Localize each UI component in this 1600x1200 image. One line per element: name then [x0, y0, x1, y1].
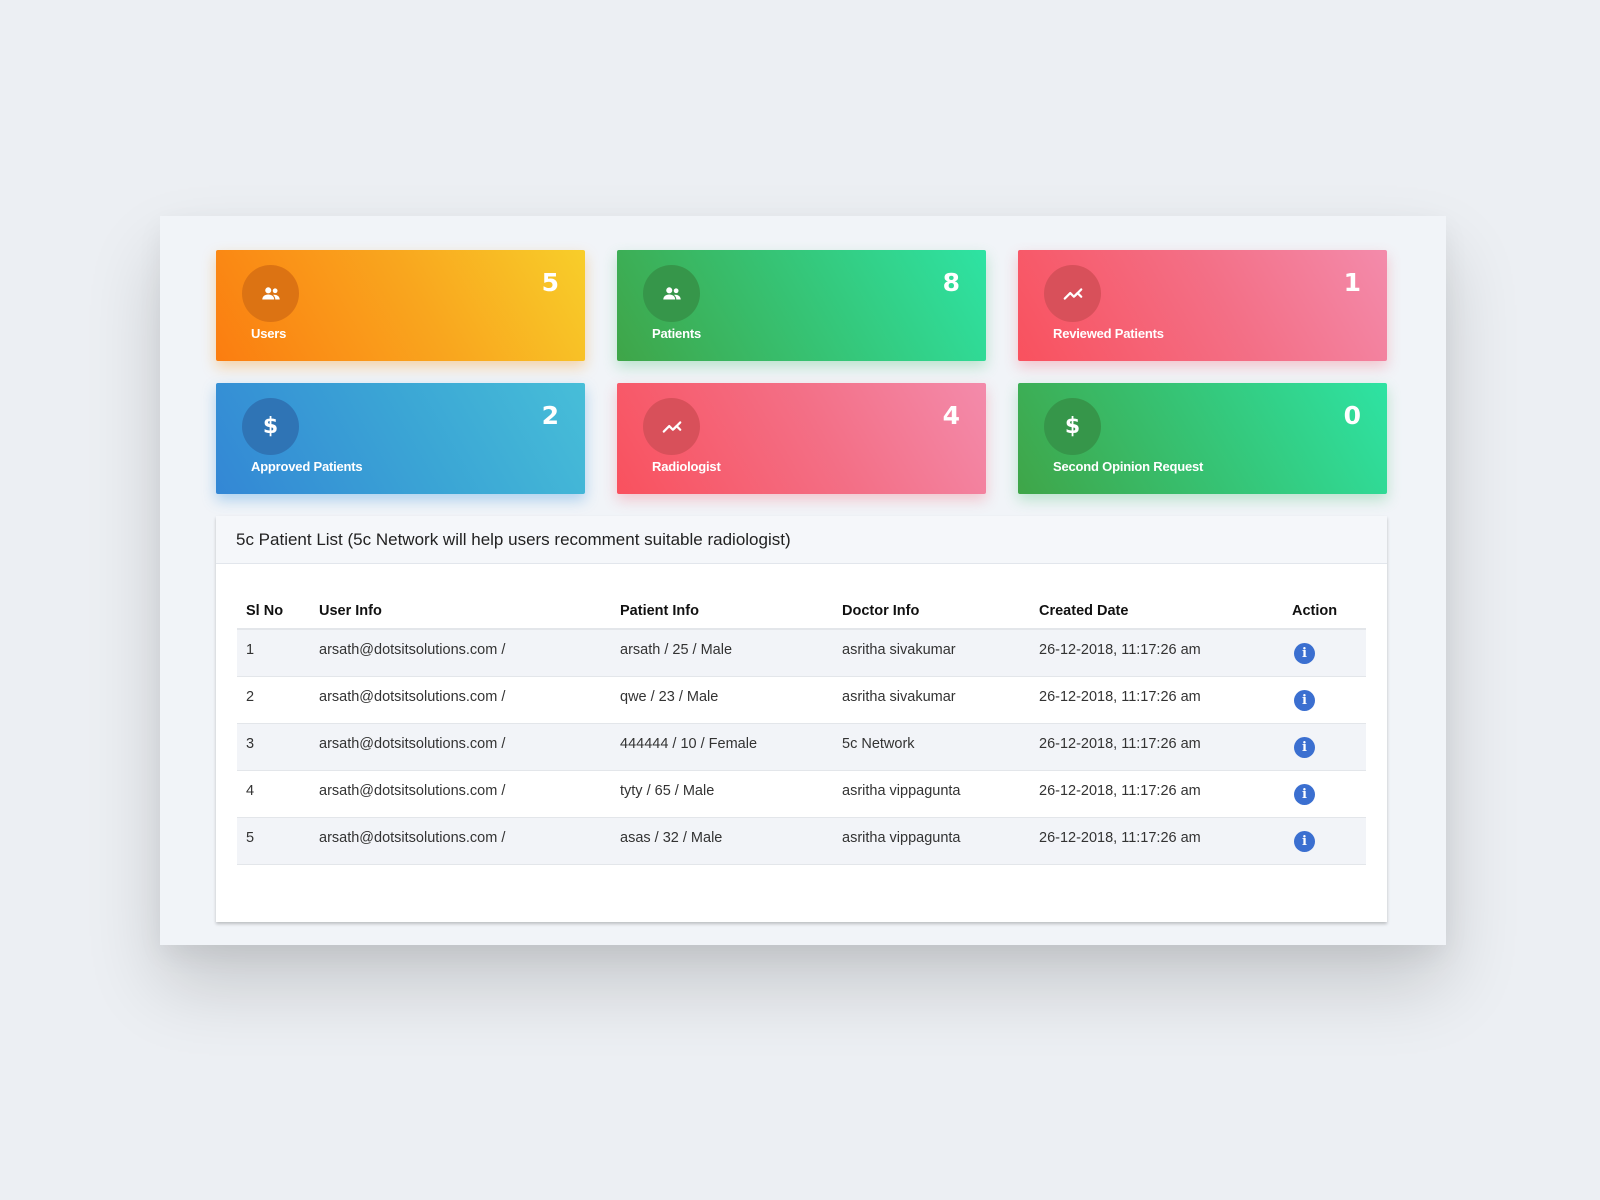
sl-no-cell: 2: [237, 676, 310, 724]
column-header[interactable]: User Info: [310, 594, 611, 630]
stat-label: Reviewed Patients: [1053, 326, 1164, 341]
stat-card-radiologist[interactable]: 4 Radiologist: [617, 383, 986, 494]
doctor-info-cell: asritha sivakumar: [833, 629, 1030, 677]
user-info-cell: arsath@dotsitsolutions.com /: [310, 770, 611, 818]
table-row[interactable]: 5 arsath@dotsitsolutions.com / asas / 32…: [237, 817, 1366, 865]
column-header[interactable]: Patient Info: [611, 594, 833, 630]
stat-count: 0: [1343, 401, 1361, 430]
patient-info-cell: qwe / 23 / Male: [611, 676, 833, 724]
stat-count: 8: [942, 268, 960, 297]
patient-info-cell: 444444 / 10 / Female: [611, 723, 833, 771]
created-date-cell: 26-12-2018, 11:17:26 am: [1030, 817, 1283, 865]
created-date-cell: 26-12-2018, 11:17:26 am: [1030, 629, 1283, 677]
user-info-cell: arsath@dotsitsolutions.com /: [310, 723, 611, 771]
stat-label: Second Opinion Request: [1053, 459, 1204, 474]
patient-info-cell: tyty / 65 / Male: [611, 770, 833, 818]
user-info-cell: arsath@dotsitsolutions.com /: [310, 629, 611, 677]
patient-table: Sl No User Info Patient Info Doctor Info…: [237, 594, 1366, 865]
stat-label: Approved Patients: [251, 459, 363, 474]
patient-list-panel: 5c Patient List (5c Network will help us…: [216, 516, 1387, 922]
action-cell: i: [1283, 629, 1366, 677]
stat-count: 5: [541, 268, 559, 297]
stat-count: 1: [1343, 268, 1361, 297]
trend-icon: [643, 398, 700, 455]
info-icon[interactable]: i: [1294, 643, 1315, 664]
info-icon[interactable]: i: [1294, 830, 1315, 852]
table-row[interactable]: 2 arsath@dotsitsolutions.com / qwe / 23 …: [237, 676, 1366, 724]
doctor-info-cell: 5c Network: [833, 723, 1030, 771]
user-info-cell: arsath@dotsitsolutions.com /: [310, 817, 611, 865]
stat-count: 2: [541, 401, 559, 430]
doctor-info-cell: asritha vippagunta: [833, 770, 1030, 818]
patient-info-cell: arsath / 25 / Male: [611, 629, 833, 677]
action-cell: i: [1283, 723, 1366, 771]
doctor-info-cell: asritha sivakumar: [833, 676, 1030, 724]
stat-card-reviewed-patients[interactable]: 1 Reviewed Patients: [1018, 250, 1387, 361]
created-date-cell: 26-12-2018, 11:17:26 am: [1030, 723, 1283, 771]
info-icon[interactable]: i: [1294, 736, 1315, 758]
stat-cards: 5 Users 8 Patients 1 Reviewed Patients $…: [216, 250, 1387, 494]
sl-no-cell: 4: [237, 770, 310, 818]
stat-card-second-opinion-request[interactable]: $ 0 Second Opinion Request: [1018, 383, 1387, 494]
action-cell: i: [1283, 770, 1366, 818]
stat-label: Users: [251, 326, 287, 341]
sl-no-cell: 5: [237, 817, 310, 865]
column-header[interactable]: Doctor Info: [833, 594, 1030, 630]
created-date-cell: 26-12-2018, 11:17:26 am: [1030, 676, 1283, 724]
table-row[interactable]: 3 arsath@dotsitsolutions.com / 444444 / …: [237, 723, 1366, 771]
created-date-cell: 26-12-2018, 11:17:26 am: [1030, 770, 1283, 818]
info-icon[interactable]: i: [1294, 689, 1315, 711]
action-cell: i: [1283, 817, 1366, 865]
stat-card-approved-patients[interactable]: $ 2 Approved Patients: [216, 383, 585, 494]
action-cell: i: [1283, 676, 1366, 724]
table-row[interactable]: 4 arsath@dotsitsolutions.com / tyty / 65…: [237, 770, 1366, 818]
dollar-icon: $: [1044, 398, 1101, 455]
column-header[interactable]: Sl No: [237, 594, 310, 630]
trend-icon: [1044, 265, 1101, 322]
table-header-row: Sl No User Info Patient Info Doctor Info…: [237, 594, 1366, 630]
stat-count: 4: [942, 401, 960, 430]
stat-label: Patients: [652, 326, 701, 341]
column-header[interactable]: Action: [1283, 594, 1366, 630]
table-row[interactable]: 1 arsath@dotsitsolutions.com / arsath / …: [237, 629, 1366, 677]
stat-card-patients[interactable]: 8 Patients: [617, 250, 986, 361]
stat-label: Radiologist: [652, 459, 721, 474]
user-info-cell: arsath@dotsitsolutions.com /: [310, 676, 611, 724]
column-header[interactable]: Created Date: [1030, 594, 1283, 630]
sl-no-cell: 1: [237, 629, 310, 677]
dashboard-frame: 5 Users 8 Patients 1 Reviewed Patients $…: [160, 216, 1446, 945]
sl-no-cell: 3: [237, 723, 310, 771]
users-icon: [242, 265, 299, 322]
dollar-icon: $: [242, 398, 299, 455]
patient-info-cell: asas / 32 / Male: [611, 817, 833, 865]
users-icon: [643, 265, 700, 322]
info-icon[interactable]: i: [1294, 783, 1315, 805]
doctor-info-cell: asritha vippagunta: [833, 817, 1030, 865]
stat-card-users[interactable]: 5 Users: [216, 250, 585, 361]
panel-title: 5c Patient List (5c Network will help us…: [216, 516, 1387, 564]
